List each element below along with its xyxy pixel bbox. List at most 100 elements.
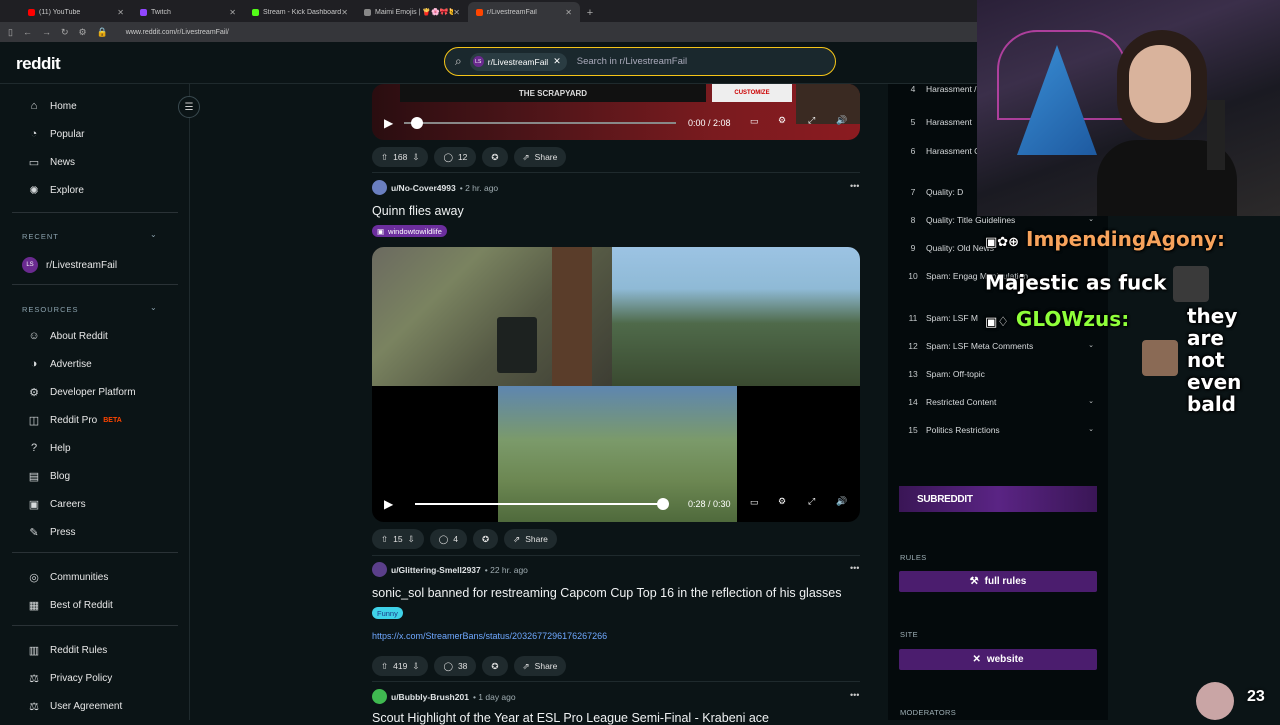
volume-icon[interactable]: 🔊 <box>836 115 847 126</box>
search-scope-chip[interactable]: LS r/LivestreamFail ✕ <box>469 52 567 71</box>
sidebar-item-user-agreement[interactable]: ⚖ User Agreement <box>26 700 122 713</box>
site-info-icon[interactable]: ⚙ <box>79 27 87 38</box>
close-tab-icon[interactable]: ✕ <box>565 8 572 17</box>
sidebar-item-press[interactable]: ✎ Press <box>26 526 75 539</box>
post-author[interactable]: u/No-Cover4993 <box>391 183 456 193</box>
share-button[interactable]: ⇗ Share <box>513 656 567 676</box>
top-post-video[interactable]: THE SCRAPYARD CUSTOMIZE ▶ 0:00 / 2:08 ▭ … <box>372 84 860 140</box>
fullscreen-icon[interactable]: ⤢ <box>808 115 815 126</box>
share-button[interactable]: ⇗ Share <box>513 147 567 167</box>
full-rules-button[interactable]: ⚒ full rules <box>899 571 1097 592</box>
video-progress-track[interactable] <box>404 122 676 124</box>
play-icon[interactable]: ▶ <box>384 116 393 130</box>
award-button[interactable]: ✪ <box>482 656 508 676</box>
more-options-icon[interactable]: ••• <box>850 181 859 191</box>
sidebar-item-communities[interactable]: ◎ Communities <box>26 571 108 584</box>
play-icon[interactable]: ▶ <box>384 497 393 511</box>
sidebar-item-blog[interactable]: ▤ Blog <box>26 470 70 483</box>
share-button[interactable]: ⇗ Share <box>504 529 557 549</box>
post-flair[interactable]: ▣ windowtowildlife <box>372 225 447 237</box>
avatar[interactable] <box>372 562 387 577</box>
sidebar-item-careers[interactable]: ▣ Careers <box>26 498 86 511</box>
post-title[interactable]: Scout Highlight of the Year at ESL Pro L… <box>372 711 769 725</box>
recent-heading[interactable]: RECENT <box>22 232 59 241</box>
close-tab-icon[interactable]: ✕ <box>117 8 124 17</box>
post-author[interactable]: u/Glittering-Smell2937 <box>391 565 481 575</box>
award-button[interactable]: ✪ <box>482 147 508 167</box>
browser-tab-active[interactable]: r/LivestreamFail ✕ <box>468 2 580 22</box>
post-title[interactable]: Quinn flies away <box>372 204 464 218</box>
twitch-badge-icon: ▣♢ <box>985 315 1009 330</box>
close-tab-icon[interactable]: ✕ <box>453 8 460 17</box>
post-video[interactable]: ▶ 0:28 / 0:30 ▭ ⚙ ⤢ 🔊 <box>372 247 860 522</box>
sidebar-item-explore[interactable]: ✺ Explore <box>26 184 84 197</box>
downvote-icon[interactable]: ⇩ <box>412 661 419 672</box>
clear-scope-icon[interactable]: ✕ <box>553 56 561 67</box>
forward-icon[interactable]: → <box>42 27 51 37</box>
sidebar-item-popular[interactable]: ◔ Popular <box>26 128 85 140</box>
collapse-sidebar-button[interactable]: ☰ <box>178 96 200 118</box>
close-tab-icon[interactable]: ✕ <box>229 8 236 17</box>
website-button[interactable]: ✕ website <box>899 649 1097 670</box>
captions-icon[interactable]: ▭ <box>750 497 759 508</box>
avatar[interactable] <box>372 689 387 704</box>
chevron-down-icon[interactable]: ⌄ <box>150 303 157 312</box>
comments-button[interactable]: ◯ 12 <box>434 147 477 167</box>
post-link[interactable]: https://x.com/StreamerBans/status/203267… <box>372 631 607 641</box>
settings-icon[interactable]: ⚙ <box>778 115 786 126</box>
search-input[interactable]: Search in r/LivestreamFail <box>577 56 687 67</box>
sidebar-toggle-icon[interactable]: ▯ <box>8 27 13 38</box>
video-progress-track[interactable] <box>415 503 665 505</box>
more-options-icon[interactable]: ••• <box>850 563 859 573</box>
settings-icon[interactable]: ⚙ <box>778 496 786 507</box>
sidebar-item-best-of-reddit[interactable]: ▦ Best of Reddit <box>26 599 113 612</box>
emote-icon <box>1142 340 1178 376</box>
rule-item[interactable]: 15 Politics Restrictions ⌄ <box>900 425 1094 435</box>
video-scrubber[interactable] <box>411 117 423 129</box>
video-scrubber[interactable] <box>657 498 669 510</box>
sidebar-item-advertise[interactable]: ◑ Advertise <box>26 358 92 370</box>
sidebar-item-home[interactable]: ⌂ Home <box>26 100 77 112</box>
browser-tab[interactable]: Twitch ✕ <box>132 2 244 22</box>
resources-heading[interactable]: RESOURCES <box>22 305 79 314</box>
browser-tab[interactable]: (11) YouTube ✕ <box>20 2 132 22</box>
upvote-icon[interactable]: ⇧ <box>381 661 388 672</box>
rule-item[interactable]: 12 Spam: LSF Meta Comments ⌄ <box>900 341 1094 351</box>
captions-icon[interactable]: ▭ <box>750 116 759 127</box>
browser-tab[interactable]: Stream - Kick Dashboard ✕ <box>244 2 356 22</box>
post-author[interactable]: u/Bubbly-Brush201 <box>391 692 469 702</box>
rule-item[interactable]: 14 Restricted Content ⌄ <box>900 397 1094 407</box>
sidebar-item-news[interactable]: ▭ News <box>26 156 75 169</box>
browser-tab[interactable]: Maimi Emojis | 🍟🌸🎀🐱 | Copy✕ <box>356 2 468 22</box>
post-flair[interactable]: Funny <box>372 607 403 619</box>
fullscreen-icon[interactable]: ⤢ <box>808 496 815 507</box>
award-button[interactable]: ✪ <box>472 529 499 549</box>
sidebar-item-about[interactable]: ☺ About Reddit <box>26 330 107 342</box>
sidebar-item-reddit-rules[interactable]: ▥ Reddit Rules <box>26 644 107 657</box>
close-tab-icon[interactable]: ✕ <box>341 8 348 17</box>
comments-button[interactable]: ◯ 38 <box>434 656 477 676</box>
reload-icon[interactable]: ↻ <box>61 27 69 38</box>
avatar[interactable] <box>372 180 387 195</box>
upvote-icon[interactable]: ⇧ <box>381 152 388 163</box>
new-tab-button[interactable]: + <box>580 7 600 22</box>
reddit-logo[interactable]: reddit <box>16 54 61 74</box>
volume-icon[interactable]: 🔊 <box>836 496 847 507</box>
sidebar-item-privacy[interactable]: ⚖ Privacy Policy <box>26 672 112 685</box>
sidebar-item-livestreamfail[interactable]: LS r/LivestreamFail <box>22 257 117 273</box>
sidebar-item-help[interactable]: ? Help <box>26 442 71 454</box>
rule-item[interactable]: 8 Quality: Title Guidelines ⌄ <box>900 215 1094 225</box>
downvote-icon[interactable]: ⇩ <box>408 534 415 545</box>
upvote-icon[interactable]: ⇧ <box>381 534 388 545</box>
downvote-icon[interactable]: ⇩ <box>412 152 419 163</box>
back-icon[interactable]: ← <box>23 27 32 37</box>
rule-item[interactable]: 13 Spam: Off-topic <box>900 369 1094 379</box>
sidebar-item-developer[interactable]: ⚙ Developer Platform <box>26 386 136 399</box>
sidebar-item-reddit-pro[interactable]: ◫ Reddit Pro BETA <box>26 414 122 427</box>
search-bar[interactable]: ⌕ LS r/LivestreamFail ✕ Search in r/Live… <box>444 47 836 76</box>
comments-button[interactable]: ◯ 4 <box>429 529 467 549</box>
post-title[interactable]: sonic_sol banned for restreaming Capcom … <box>372 586 841 600</box>
url-field[interactable]: www.reddit.com/r/LivestreamFail/ <box>126 29 229 36</box>
more-options-icon[interactable]: ••• <box>850 690 859 700</box>
chevron-down-icon[interactable]: ⌄ <box>150 230 157 239</box>
